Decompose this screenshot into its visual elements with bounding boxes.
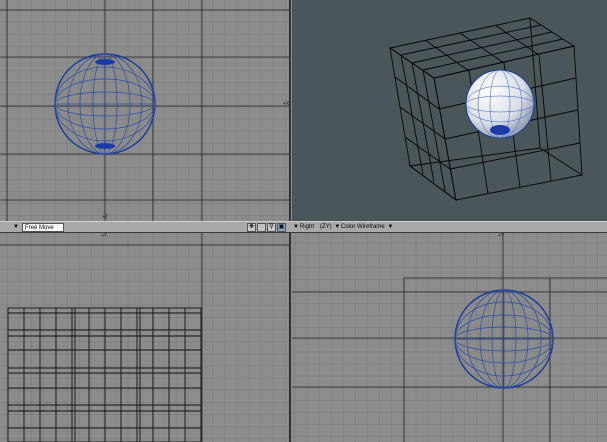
view-control-buttons: ✥ ◌ ⚲ ▣ <box>247 223 287 232</box>
view-axis-label: (ZY) <box>320 224 332 230</box>
triangle-down-icon: ▼ <box>293 224 299 230</box>
viewport-front[interactable]: +Y <box>0 233 289 442</box>
viewport-toolbar: ▼ Free Move ✥ ◌ ⚲ ▣ ▼ Right (ZY) ▼ Color Wi… <box>0 221 607 233</box>
render-mode-label: Color Wireframe <box>341 224 385 230</box>
move-icon[interactable]: ✥ <box>247 223 256 232</box>
maximize-icon[interactable]: ▣ <box>277 223 286 232</box>
zoom-icon[interactable]: ⚲ <box>267 223 276 232</box>
axis-label-y: +Y <box>101 233 108 239</box>
view-axis-dropdown[interactable]: (ZY) ▼ <box>320 223 341 232</box>
viewport-perspective[interactable] <box>292 0 607 221</box>
sphere-shaded-perspective <box>465 69 535 139</box>
sphere-wireframe-right <box>454 289 554 389</box>
rotate-icon[interactable]: ◌ <box>257 223 266 232</box>
viewport-menu-button[interactable]: ▼ <box>12 223 20 232</box>
modeler-window: +X +Z ▼ Free Move ✥ ◌ ⚲ ▣ ▼ Right (ZY) ▼… <box>0 0 607 442</box>
triangle-down-icon: ▼ <box>13 224 19 230</box>
viewport-menu-button-right[interactable]: ▼ <box>292 223 300 232</box>
view-name-label: Right <box>300 224 315 230</box>
viewport-right[interactable]: +Y +Z <box>292 233 607 442</box>
render-mode-dropdown[interactable]: Color Wireframe ▼ <box>341 223 394 232</box>
viewport-top[interactable]: +X +Z <box>0 0 289 221</box>
triangle-down-icon: ▼ <box>387 224 394 230</box>
sphere-wireframe-top <box>54 53 156 155</box>
move-mode-field[interactable]: Free Move <box>22 223 64 232</box>
axis-label-y-right: +Y <box>498 233 505 239</box>
axis-label-z: +Z <box>102 214 108 220</box>
